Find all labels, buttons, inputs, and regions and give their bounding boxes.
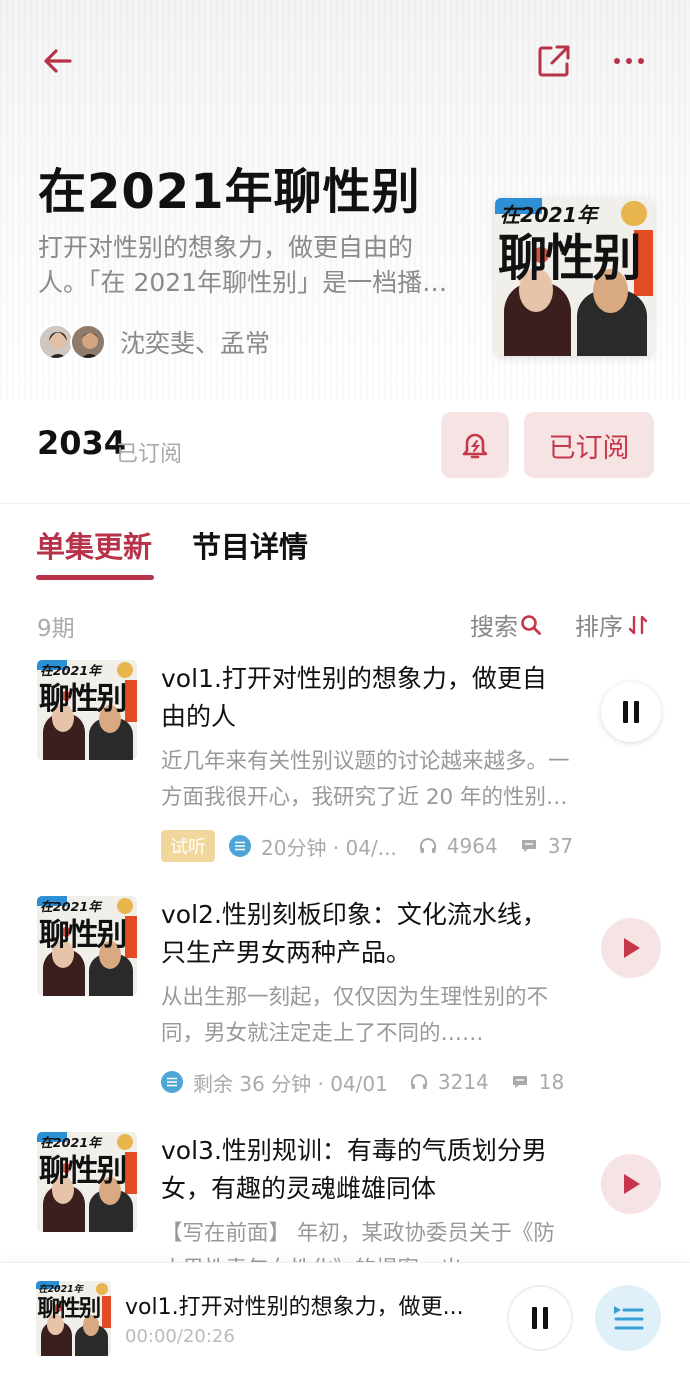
comment-icon bbox=[512, 1076, 527, 1088]
host-avatar bbox=[70, 324, 106, 360]
sort-icon bbox=[628, 615, 648, 634]
hosts-row[interactable]: 沈奕斐、孟常 bbox=[38, 322, 270, 362]
section-divider bbox=[0, 503, 690, 504]
episode-cover: 在2021年 聊性别 bbox=[37, 896, 137, 996]
bell-icon bbox=[462, 433, 488, 459]
episode-description: 从出生那一刻起，仅仅因为生理性别的不同，男女就注定走上了不同的…… bbox=[161, 985, 549, 1046]
list-circle-icon bbox=[229, 835, 251, 857]
more-button[interactable] bbox=[601, 33, 657, 89]
play-icon bbox=[624, 1174, 640, 1194]
comment-count: 18 bbox=[538, 1070, 565, 1094]
pause-icon bbox=[532, 1307, 548, 1329]
subscribe-button[interactable]: 已订阅 bbox=[524, 412, 654, 478]
player-pause-button[interactable] bbox=[507, 1285, 573, 1351]
subscriber-count: 2034 bbox=[37, 424, 127, 462]
episode-duration: 剩余 36 分钟 · 04/01 bbox=[193, 1071, 388, 1096]
tab-episodes[interactable]: 单集更新 bbox=[36, 524, 152, 566]
episode-item[interactable]: 在2021年 聊性别 vol2.性别刻板印象：文化流水线，只生产男女两种产品。 … bbox=[0, 896, 690, 1126]
search-button[interactable]: 搜索 bbox=[470, 607, 542, 642]
play-button[interactable] bbox=[601, 1154, 661, 1214]
tab-details[interactable]: 节目详情 bbox=[192, 524, 308, 566]
playlist-button[interactable] bbox=[595, 1285, 661, 1351]
episode-title: vol1.打开对性别的想象力，做更自由的人 bbox=[161, 664, 547, 731]
play-count: 3214 bbox=[437, 1070, 489, 1094]
share-button[interactable] bbox=[526, 33, 582, 89]
comment-count: 37 bbox=[547, 834, 574, 858]
mini-player[interactable]: 在2021年 聊性别 vol1.打开对性别的想象力，做更... 00:00/20… bbox=[0, 1262, 690, 1394]
playlist-icon bbox=[614, 1306, 644, 1330]
episode-item[interactable]: 在2021年 聊性别 vol1.打开对性别的想象力，做更自由的人 近几年来有关性… bbox=[0, 660, 690, 890]
trial-badge: 试听 bbox=[161, 830, 215, 862]
comment-icon bbox=[521, 840, 536, 852]
subscriber-label: 已订阅 bbox=[116, 442, 183, 467]
sort-label: 排序 bbox=[575, 613, 623, 641]
play-count: 4964 bbox=[446, 834, 498, 858]
episode-count: 9期 bbox=[37, 616, 75, 642]
episode-meta: 试听 20分钟 · 04/... 4964 37 bbox=[161, 830, 573, 862]
active-tab-indicator bbox=[36, 575, 154, 580]
episode-cover: 在2021年 聊性别 bbox=[37, 1132, 137, 1232]
podcast-cover: 在2021年 聊性别 bbox=[495, 198, 653, 356]
episode-title: vol2.性别刻板印象：文化流水线，只生产男女两种产品。 bbox=[161, 900, 547, 967]
podcast-description[interactable]: 打开对性别的想象力，做更自由的人。「在 2021年聊性别」是一档播客节目，我们一… bbox=[38, 230, 458, 300]
episode-description: 近几年来有关性别议题的讨论越来越多。一方面我很开心，我研究了近 20 年的性别议… bbox=[161, 749, 570, 810]
list-circle-icon bbox=[161, 1071, 183, 1093]
player-cover: 在2021年 聊性别 bbox=[36, 1281, 111, 1356]
host-avatar bbox=[38, 324, 74, 360]
arrow-left-icon bbox=[44, 49, 72, 73]
podcast-title: 在2021年聊性别 bbox=[38, 164, 421, 220]
headphones-icon bbox=[410, 1074, 427, 1089]
search-label: 搜索 bbox=[470, 613, 518, 641]
episode-title: vol3.性别规训：有毒的气质划分男女，有趣的灵魂雌雄同体 bbox=[161, 1136, 547, 1203]
episode-cover: 在2021年 聊性别 bbox=[37, 660, 137, 760]
more-dots-icon bbox=[614, 58, 644, 64]
notify-button[interactable] bbox=[441, 412, 509, 478]
player-title: vol1.打开对性别的想象力，做更... bbox=[125, 1295, 464, 1320]
episode-duration: 20分钟 · 04/... bbox=[261, 835, 397, 860]
search-icon bbox=[521, 614, 541, 635]
top-bar bbox=[0, 0, 690, 120]
pause-icon bbox=[623, 701, 639, 723]
pause-button[interactable] bbox=[601, 682, 661, 742]
episode-meta: 剩余 36 分钟 · 04/01 3214 18 bbox=[161, 1066, 564, 1098]
headphones-icon bbox=[419, 838, 436, 853]
play-icon bbox=[624, 938, 640, 958]
share-icon bbox=[538, 45, 570, 77]
player-time: 00:00/20:26 bbox=[125, 1326, 235, 1347]
play-button[interactable] bbox=[601, 918, 661, 978]
back-button[interactable] bbox=[30, 33, 86, 89]
hosts-names: 沈奕斐、孟常 bbox=[120, 329, 271, 358]
sort-button[interactable]: 排序 bbox=[575, 607, 649, 642]
